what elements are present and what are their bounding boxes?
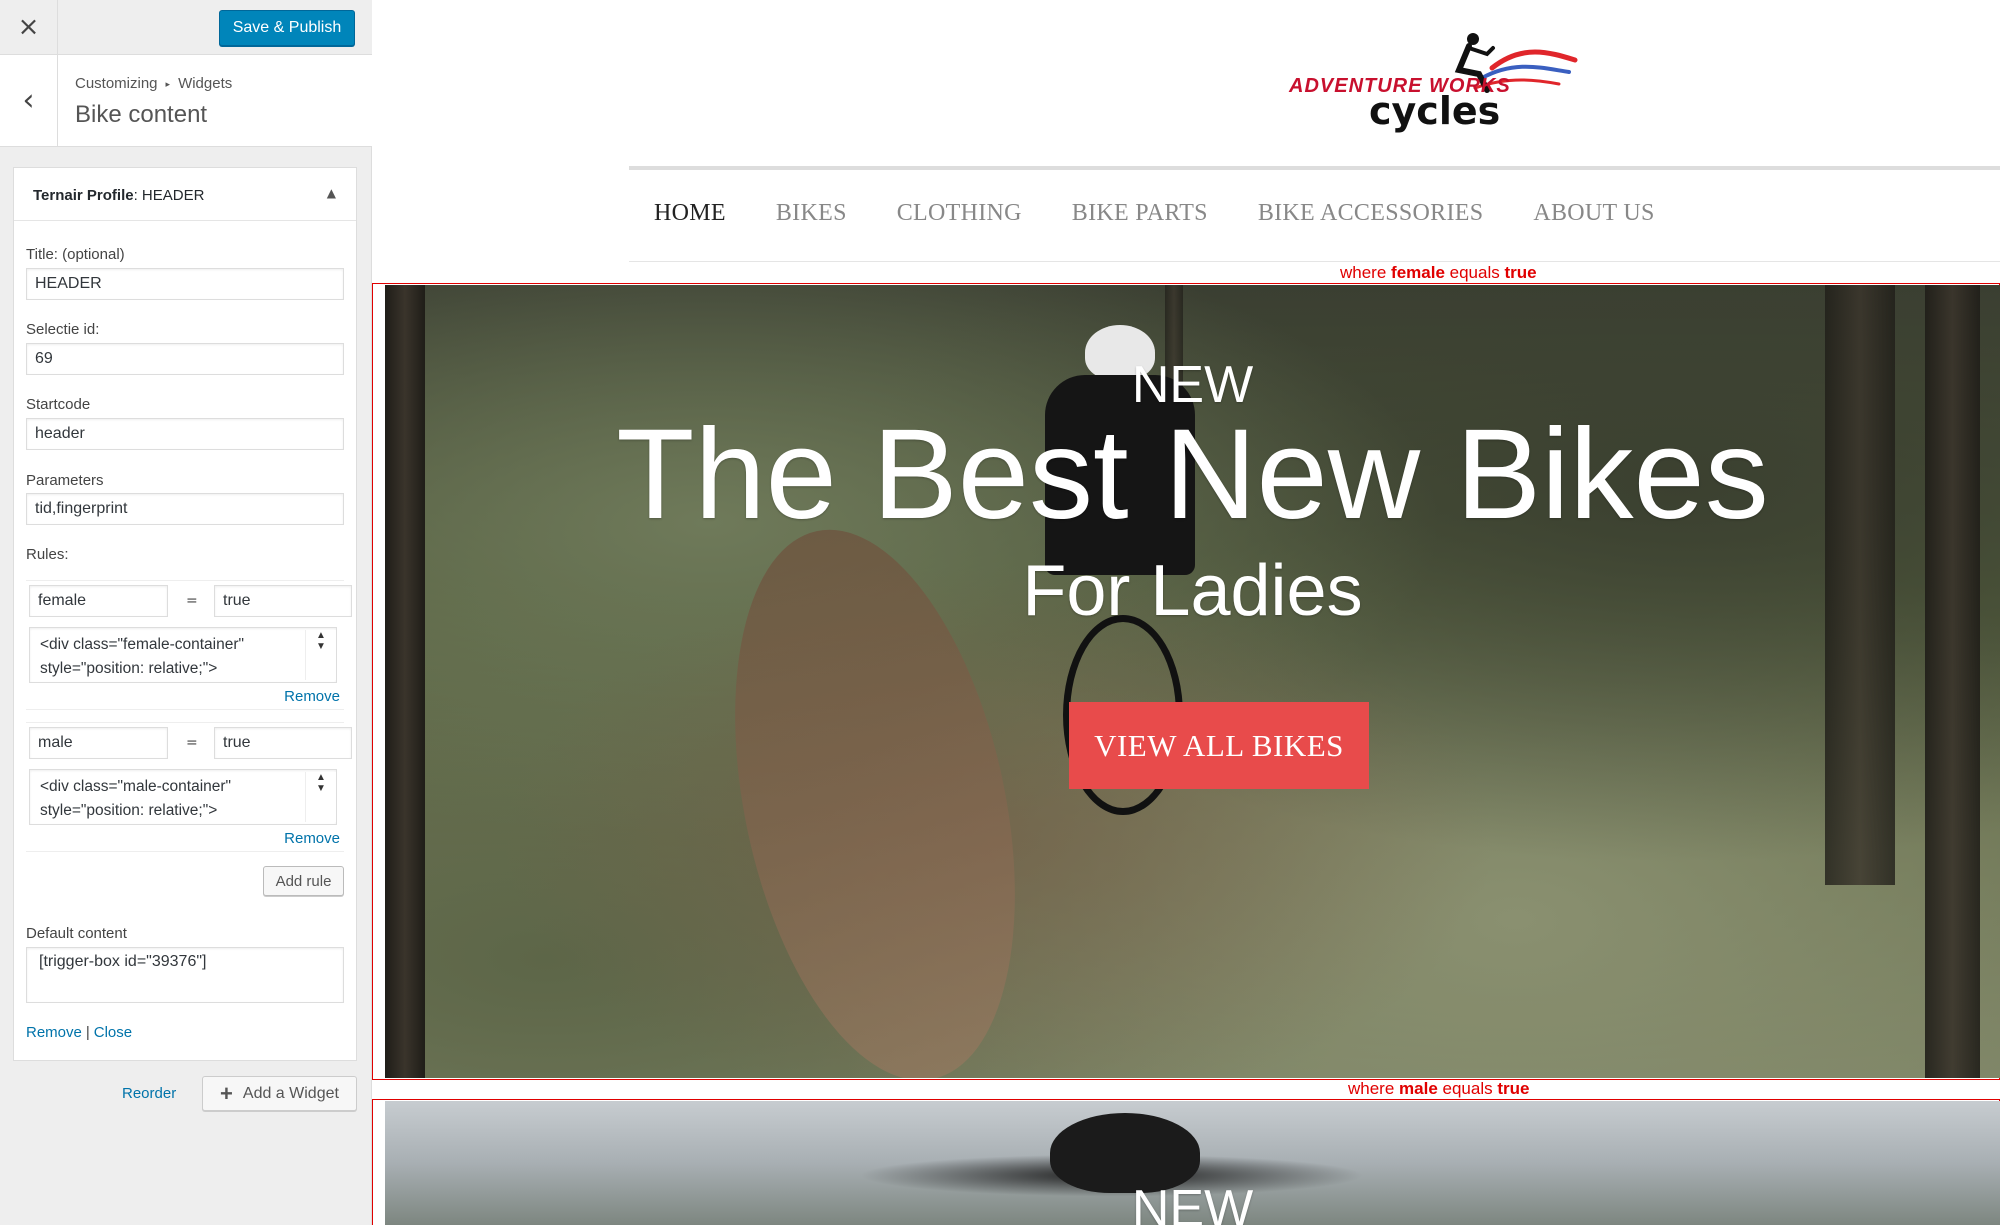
condition-key: male <box>1399 1079 1438 1098</box>
widget-actions: Remove | Close <box>26 1024 132 1041</box>
rule-code-textarea[interactable]: <div class="female-container" style="pos… <box>29 627 337 683</box>
nav-item-bike-parts[interactable]: BIKE PARTS <box>1072 200 1208 227</box>
customizer-header: × Save & Publish <box>0 0 372 55</box>
back-chevron-icon[interactable]: ‹ <box>0 55 58 146</box>
rule-remove-link[interactable]: Remove <box>284 830 340 847</box>
nav-item-clothing[interactable]: CLOTHING <box>897 200 1022 227</box>
main-nav: HOME BIKES CLOTHING BIKE PARTS BIKE ACCE… <box>654 200 1705 227</box>
hero-banner-female: NEW The Best New Bikes For Ladies VIEW A… <box>385 285 2000 1078</box>
nav-item-bikes[interactable]: BIKES <box>776 200 847 227</box>
rule-equals-sign: = <box>186 735 198 751</box>
title-input[interactable]: HEADER <box>26 268 344 300</box>
rule-key-input[interactable]: male <box>29 727 168 759</box>
rule-value-input[interactable]: true <box>214 727 352 759</box>
site-logo[interactable]: ADVENTURE WORKS cycles <box>1287 30 1607 134</box>
selectie-id-input[interactable]: 69 <box>26 343 344 375</box>
widget-remove-link[interactable]: Remove <box>26 1024 82 1041</box>
breadcrumb-separator-icon: ▸ <box>165 78 171 89</box>
site-preview: ADVENTURE WORKS cycles HOME BIKES CLOTHI… <box>372 0 2000 1225</box>
plus-icon: + <box>220 1080 233 1106</box>
rule-remove-link[interactable]: Remove <box>284 688 340 705</box>
nav-top-rule <box>629 166 2000 170</box>
save-publish-button[interactable]: Save & Publish <box>219 10 355 46</box>
condition-text: equals <box>1437 1079 1498 1098</box>
collapse-arrow-icon[interactable]: ▲ <box>327 186 336 200</box>
condition-text: equals <box>1444 263 1505 282</box>
hero-subheadline: For Ladies <box>1022 551 1363 631</box>
rule-code-text: <div class="female-container" style="pos… <box>40 636 244 677</box>
section-header: ‹ Customizing ▸ Widgets Bike content <box>0 55 372 147</box>
widget-close-link[interactable]: Close <box>94 1024 132 1041</box>
selectie-id-label: Selectie id: <box>26 321 100 338</box>
nav-item-bike-accessories[interactable]: BIKE ACCESSORIES <box>1258 200 1484 227</box>
rules-label: Rules: <box>26 546 69 563</box>
breadcrumb: Customizing ▸ Widgets <box>75 75 232 92</box>
customizer-sidebar: × Save & Publish ‹ Customizing ▸ Widgets B… <box>0 0 372 1225</box>
rule-equals-sign: = <box>186 593 198 609</box>
widget-title-prefix: Ternair Profile <box>33 187 134 204</box>
default-content-textarea[interactable]: [trigger-box id="39376"] <box>26 947 344 1003</box>
close-icon[interactable]: × <box>0 0 58 54</box>
add-widget-label: Add a Widget <box>242 1084 339 1102</box>
rule-value-input[interactable]: true <box>214 585 352 617</box>
rule-row: male = true <div class="male-container" … <box>26 722 352 852</box>
rule-code-text: <div class="male-container" style="posit… <box>40 778 232 819</box>
widget-header[interactable]: Ternair Profile: HEADER ▲ <box>14 168 356 221</box>
condition-value: true <box>1497 1079 1530 1098</box>
startcode-input[interactable]: header <box>26 418 344 450</box>
hero-headline: The Best New Bikes <box>616 403 1769 546</box>
default-content-label: Default content <box>26 925 127 942</box>
widget-title-suffix: : HEADER <box>133 187 205 204</box>
add-rule-button[interactable]: Add rule <box>263 866 344 896</box>
add-widget-button[interactable]: + Add a Widget <box>202 1076 357 1111</box>
section-title: Bike content <box>75 101 208 128</box>
hero-banner-male: NEW <box>385 1101 2000 1225</box>
condition-text: where <box>1348 1079 1400 1098</box>
nav-item-home[interactable]: HOME <box>654 200 726 227</box>
rule-code-textarea[interactable]: <div class="male-container" style="posit… <box>29 769 337 825</box>
condition-key: female <box>1391 263 1445 282</box>
view-all-bikes-button[interactable]: VIEW ALL BIKES <box>1069 702 1369 789</box>
parameters-label: Parameters <box>26 472 104 489</box>
hero-kicker: NEW <box>1131 1180 1254 1225</box>
nav-item-about-us[interactable]: ABOUT US <box>1533 200 1654 227</box>
widget-panel: Ternair Profile: HEADER ▲ Title: (option… <box>13 167 357 1061</box>
nav-bottom-rule <box>629 261 2000 262</box>
condition-value: true <box>1504 263 1537 282</box>
actions-separator: | <box>85 1024 90 1041</box>
spin-arrows-icon[interactable]: ▲ ▼ <box>305 630 336 680</box>
widget-title: Ternair Profile: HEADER <box>33 187 204 204</box>
parameters-input[interactable]: tid,fingerprint <box>26 493 344 525</box>
breadcrumb-leaf: Widgets <box>178 75 233 92</box>
condition-text: where <box>1340 263 1392 282</box>
spin-arrows-icon[interactable]: ▲ ▼ <box>305 772 336 822</box>
male-condition-label: where male equals true <box>1348 1079 1529 1099</box>
startcode-label: Startcode <box>26 396 91 413</box>
reorder-link[interactable]: Reorder <box>122 1085 176 1102</box>
title-label: Title: (optional) <box>26 246 125 263</box>
logo-text-bottom: cycles <box>1369 89 1500 133</box>
breadcrumb-root: Customizing <box>75 75 158 92</box>
rule-row: female = true <div class="female-contain… <box>26 580 352 710</box>
rule-key-input[interactable]: female <box>29 585 168 617</box>
female-condition-label: where female equals true <box>1340 263 1537 283</box>
